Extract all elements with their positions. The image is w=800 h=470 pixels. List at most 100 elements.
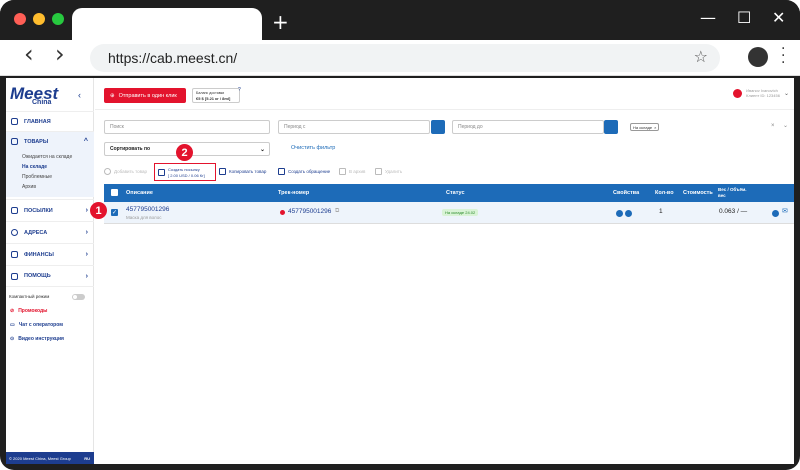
clear-filter-link[interactable]: Очистить фильтр (291, 145, 335, 151)
col-weight[interactable]: Вес / Объём. вес (718, 187, 747, 199)
chevron-right-icon: › (85, 229, 88, 236)
video-label: Видео инструкция (18, 336, 64, 342)
row-qty: 1 (659, 208, 663, 215)
row-description[interactable]: 457795001296 (126, 206, 169, 213)
period-to-input[interactable]: Период до (452, 120, 604, 134)
language-switch[interactable]: RU (84, 456, 90, 461)
new-tab-button[interactable]: + (272, 10, 289, 34)
active-tab[interactable] (72, 8, 262, 40)
property-icon-2[interactable] (625, 210, 632, 217)
parcel-icon (11, 207, 18, 214)
step-badge-1: 1 (90, 202, 107, 219)
col-properties[interactable]: Свойства (613, 190, 639, 196)
minimize-icon[interactable]: — (700, 8, 716, 27)
row-checkbox[interactable]: ✓ (111, 209, 118, 216)
sidebar-item-addresses[interactable]: АДРЕСА › (6, 221, 94, 243)
sidebar-item-finances[interactable]: ФИНАНСЫ › (6, 243, 94, 265)
bookmark-star-icon[interactable]: ☆ (694, 47, 708, 66)
copy-goods-button[interactable]: Копировать товар (219, 168, 266, 175)
sidebar-item-home[interactable]: ГЛАВНАЯ (6, 111, 94, 131)
add-goods-button[interactable]: Добавить товар (104, 168, 147, 175)
chip-remove-icon[interactable]: × (654, 125, 656, 130)
delete-button[interactable]: Удалить (375, 168, 402, 175)
address-bar: ‹ › https://cab.meest.cn/ ☆ (0, 40, 800, 76)
compact-mode-toggle[interactable] (72, 294, 85, 300)
sidebar-item-parcels[interactable]: ПОСЫЛКИ › (6, 199, 94, 221)
add-goods-label: Добавить товар (114, 169, 147, 174)
col-track[interactable]: Трек-номер (278, 190, 309, 196)
create-appeal-button[interactable]: Создать обращение (278, 168, 330, 175)
sidebar-sub-awaited[interactable]: Ожидается на складе (22, 154, 72, 160)
archive-icon (339, 168, 346, 175)
sidebar-sub-problem[interactable]: Проблемные (22, 174, 52, 180)
sidebar-item-label: ТОВАРЫ (24, 138, 49, 145)
promo-label: Промокоды (18, 308, 48, 314)
notification-icon[interactable] (733, 88, 743, 98)
sidebar-item-help[interactable]: ПОМОЩЬ › (6, 265, 94, 287)
china-flag-icon (280, 210, 285, 215)
video-guide-link[interactable]: ⊙ Видео инструкция (10, 336, 64, 342)
profile-avatar-icon[interactable] (748, 47, 768, 67)
col-description[interactable]: Описание (126, 190, 153, 196)
col-status[interactable]: Статус (446, 190, 465, 196)
close-dot[interactable] (14, 13, 26, 25)
promo-link[interactable]: ⊘ Промокоды (10, 308, 47, 314)
clear-status-icon[interactable]: × (771, 123, 775, 129)
info-icon[interactable]: ? (238, 87, 241, 93)
url-field[interactable]: https://cab.meest.cn/ ☆ (90, 44, 720, 72)
forward-icon[interactable]: › (55, 40, 65, 68)
chevron-right-icon: › (85, 251, 88, 258)
sidebar-item-label: ПОСЫЛКИ (24, 207, 53, 214)
close-icon[interactable]: ✕ (772, 8, 785, 27)
window-controls (14, 13, 64, 25)
chevron-right-icon: › (85, 207, 88, 214)
select-all-checkbox[interactable] (111, 189, 118, 196)
status-chip[interactable]: На складе × (630, 123, 660, 131)
copy-track-icon[interactable]: ⧉ (335, 208, 339, 215)
app-area: Meest China ‹ ГЛАВНАЯ ТОВАРЫ ^ Ожидается… (6, 78, 794, 464)
sidebar: Meest China ‹ ГЛАВНАЯ ТОВАРЫ ^ Ожидается… (6, 78, 94, 464)
calendar-to-icon[interactable] (604, 120, 618, 134)
sidebar-item-label: ПОМОЩЬ (24, 273, 51, 279)
step-badge-2: 2 (176, 144, 193, 161)
user-menu[interactable]: Ивanov Ivanovich Клиент ID: 123456 ⌄ (733, 88, 789, 98)
status-dropdown-icon[interactable]: ⌄ (783, 122, 788, 129)
browser-menu-icon[interactable]: · · · (781, 42, 785, 70)
send-one-click-button[interactable]: ⊕ Отправить в один клик (104, 88, 186, 103)
search-input[interactable]: Поиск (104, 120, 270, 134)
chat-icon: ▭ (10, 322, 15, 328)
property-icon-1[interactable] (616, 210, 623, 217)
maximize-icon[interactable]: ☐ (737, 8, 751, 27)
calendar-from-icon[interactable] (431, 120, 445, 134)
create-parcel-button[interactable]: Создать посылку [ 2.00 USD / 0.06 Кг] (154, 163, 216, 181)
zoom-dot[interactable] (52, 13, 64, 25)
row-description-sub: Маска для волос (126, 215, 162, 220)
trash-icon (375, 168, 382, 175)
collapse-sidebar-icon[interactable]: ‹ (78, 90, 81, 100)
col-qty[interactable]: Кол-во (655, 190, 674, 196)
col-cost[interactable]: Стоимость (683, 190, 713, 196)
archive-button[interactable]: В архив (339, 168, 365, 175)
main-content: ⊕ Отправить в один клик Баланс доставки … (95, 78, 794, 464)
envelope-icon (278, 168, 285, 175)
create-parcel-label: Создать посылку (168, 167, 200, 172)
table-row[interactable]: ✓ 457795001296 Маска для волос 457795001… (104, 202, 794, 224)
plus-icon (104, 168, 111, 175)
row-message-icon[interactable]: ✉ (782, 207, 788, 215)
send-button-label: Отправить в один клик (118, 92, 177, 99)
sidebar-sub-archive[interactable]: Архив (22, 184, 36, 190)
row-status: На складе 24.02 (442, 209, 479, 216)
row-track[interactable]: 457795001296 (288, 208, 331, 215)
video-icon: ⊙ (10, 336, 15, 342)
sidebar-item-goods[interactable]: ТОВАРЫ ^ (6, 131, 94, 151)
search-placeholder: Поиск (110, 124, 124, 130)
home-icon (11, 118, 18, 125)
minimize-dot[interactable] (33, 13, 45, 25)
period-from-input[interactable]: Период с (278, 120, 430, 134)
url-text: https://cab.meest.cn/ (108, 50, 238, 66)
row-details-icon[interactable] (772, 210, 779, 217)
sidebar-sub-in-stock[interactable]: На складе (22, 164, 47, 170)
back-icon[interactable]: ‹ (24, 40, 34, 68)
chat-operator-link[interactable]: ▭ Чат с оператором (10, 322, 63, 328)
logo-subtitle: China (32, 99, 52, 106)
